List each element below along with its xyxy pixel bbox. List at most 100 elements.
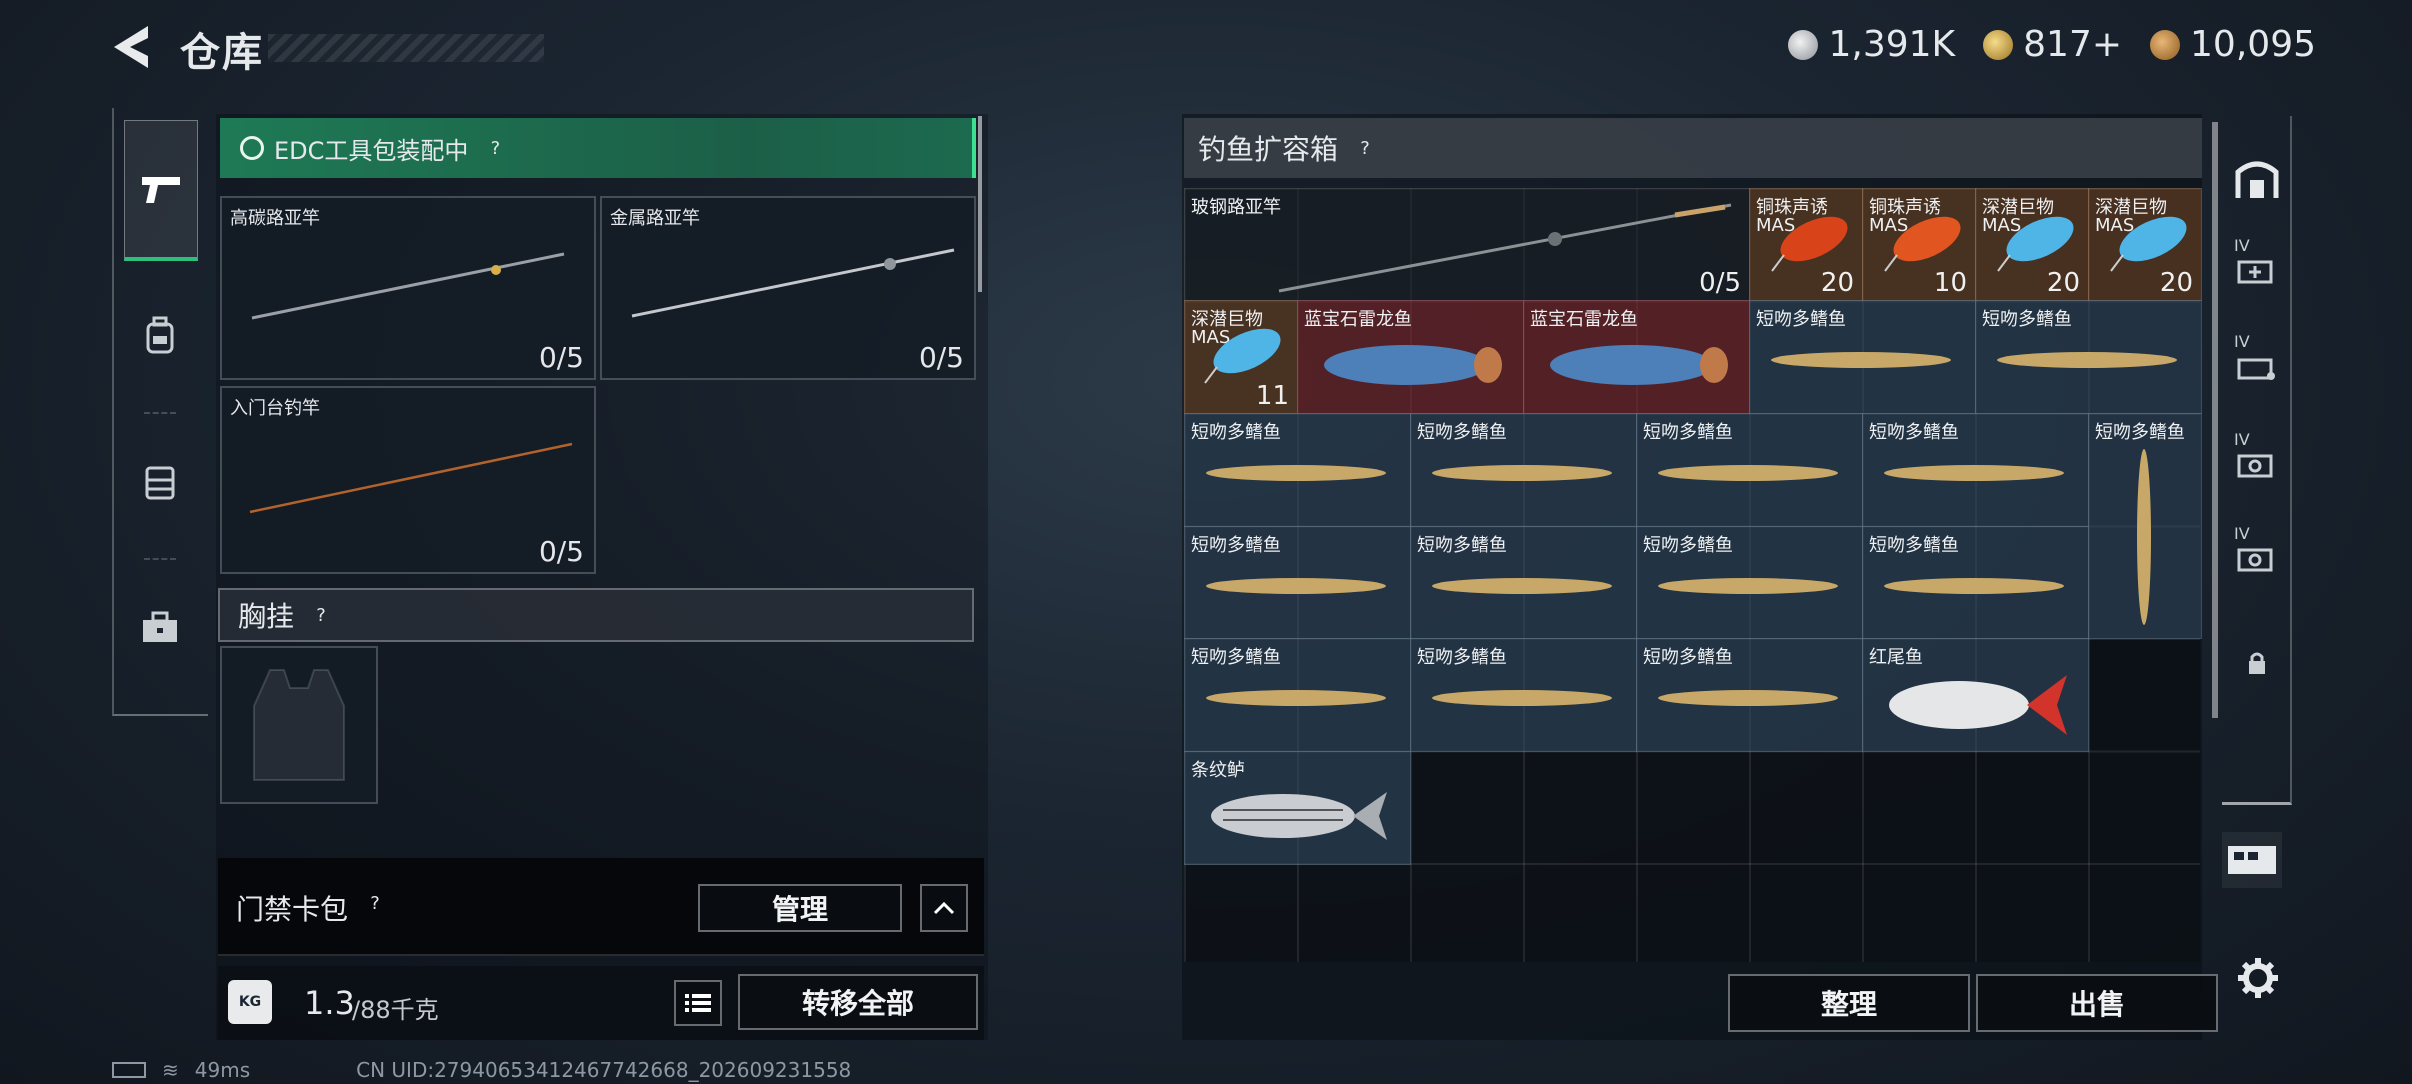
tab-backpack[interactable] — [124, 268, 196, 414]
edc-status-bar: EDC工具包装配中 ? — [220, 118, 976, 178]
list-view-button[interactable] — [674, 980, 722, 1026]
chest-rig-section-header: 胸挂 ? — [218, 588, 974, 642]
item-label: 短吻多鳍鱼 — [1643, 422, 1733, 443]
wifi-icon: ≋ — [162, 1058, 179, 1082]
item-lure[interactable]: 深潜巨物 MAS 11 — [1184, 300, 1298, 414]
item-fish[interactable]: 短吻多鳍鱼 — [1636, 413, 1863, 527]
rod-slot-label: 入门台钓竿 — [230, 398, 320, 419]
item-label: 玻钢路亚竿 — [1191, 197, 1281, 218]
tab-stash-home[interactable] — [2230, 144, 2284, 214]
item-lure[interactable]: 深潜巨物 MAS 20 — [1975, 188, 2089, 301]
tab-container-3[interactable]: IV — [2230, 430, 2284, 500]
item-fish[interactable]: 短吻多鳍鱼 — [1184, 638, 1411, 752]
bichir-fish-icon — [1432, 465, 1612, 481]
safe-box-icon — [2237, 548, 2273, 572]
item-fish[interactable]: 条纹鲈 — [1184, 751, 1411, 865]
currency-bronze-value: 10,095 — [2190, 24, 2316, 65]
snakehead-fish-icon — [1324, 345, 1502, 385]
rod-slot-count: 0/5 — [918, 341, 964, 374]
item-fish[interactable]: 短吻多鳍鱼 — [1636, 638, 1863, 752]
item-fish[interactable]: 短吻多鳍鱼 — [1862, 413, 2089, 527]
bichir-fish-icon — [1206, 578, 1386, 594]
bichir-fish-icon — [1884, 465, 2064, 481]
item-fish[interactable]: 短吻多鳍鱼 — [1636, 526, 1863, 639]
item-label: 短吻多鳍鱼 — [1869, 535, 1959, 556]
help-icon[interactable]: ? — [308, 602, 334, 628]
item-rod[interactable]: 玻钢路亚竿 0/5 — [1184, 188, 1750, 301]
bichir-fish-icon — [1432, 690, 1612, 706]
help-icon[interactable]: ? — [1352, 135, 1378, 161]
back-arrow-icon — [114, 26, 148, 68]
stash-icon — [2235, 161, 2279, 198]
snakehead-fish-icon — [1550, 345, 1728, 385]
currency-bar: 1,391K 817+ 10,095 — [1788, 24, 2316, 65]
bichir-fish-icon — [1206, 465, 1386, 481]
rod-slot-1[interactable]: 高碳路亚竿 0/5 — [220, 196, 596, 380]
chevron-up-icon — [933, 901, 955, 915]
left-scrollbar[interactable] — [978, 116, 982, 292]
right-container-tabs: IV IV IV IV — [2222, 116, 2292, 805]
tier-label: IV — [2234, 430, 2250, 449]
bichir-fish-icon — [1432, 578, 1612, 594]
item-lure[interactable]: 深潜巨物 MAS 20 — [2088, 188, 2202, 301]
sort-button[interactable]: 整理 — [1728, 974, 1970, 1032]
rod-slot-2[interactable]: 金属路亚竿 0/5 — [600, 196, 976, 380]
item-fish[interactable]: 蓝宝石雷龙鱼 — [1297, 300, 1524, 414]
settings-button[interactable] — [2236, 956, 2280, 1000]
chest-rig-slot[interactable] — [220, 646, 378, 804]
collapse-button[interactable] — [920, 884, 968, 932]
help-icon[interactable]: ? — [362, 890, 388, 916]
tab-locked[interactable] — [2230, 628, 2284, 698]
safe-box-icon — [2237, 454, 2273, 478]
sell-button[interactable]: 出售 — [1976, 974, 2218, 1032]
item-fish[interactable]: 短吻多鳍鱼 — [1975, 300, 2202, 414]
list-icon — [685, 994, 711, 1012]
tab-weapons[interactable] — [124, 120, 198, 261]
striped-bass-icon — [1211, 792, 1387, 840]
item-label: 短吻多鳍鱼 — [1869, 422, 1959, 443]
silver-coin-icon — [1788, 29, 1819, 60]
bichir-fish-icon — [1658, 465, 1838, 481]
tab-container-4[interactable]: IV — [2230, 524, 2284, 594]
rod-slot-3[interactable]: 入门台钓竿 0/5 — [220, 386, 596, 574]
item-label: 短吻多鳍鱼 — [1417, 422, 1507, 443]
item-fish[interactable]: 红尾鱼 — [1862, 638, 2089, 752]
tab-container-2[interactable]: IV — [2230, 332, 2284, 402]
transfer-all-button[interactable]: 转移全部 — [738, 974, 978, 1030]
bronze-coin-icon — [2150, 29, 2181, 60]
help-icon[interactable]: ? — [482, 135, 508, 161]
item-lure[interactable]: 铜珠声诱 MAS 20 — [1749, 188, 1863, 301]
battery-icon — [112, 1062, 146, 1078]
item-fish[interactable]: 短吻多鳍鱼 — [1749, 300, 1976, 414]
tab-container-1[interactable]: IV — [2230, 236, 2284, 306]
storage-title: 钓鱼扩容箱 — [1198, 133, 1339, 166]
item-fish[interactable]: 短吻多鳍鱼 — [1862, 526, 2089, 639]
lure-icon — [1884, 216, 1961, 272]
tab-vest[interactable] — [124, 414, 196, 560]
item-fish[interactable]: 蓝宝石雷龙鱼 — [1523, 300, 1750, 414]
back-button[interactable] — [112, 24, 152, 70]
item-label: 短吻多鳍鱼 — [1191, 422, 1281, 443]
item-fish[interactable]: 短吻多鳍鱼 — [2088, 413, 2202, 639]
item-fish[interactable]: 短吻多鳍鱼 — [1184, 526, 1411, 639]
item-label: 短吻多鳍鱼 — [1417, 647, 1507, 668]
currency-gold-value: 817+ — [2023, 24, 2123, 65]
item-count: 20 — [2046, 268, 2080, 298]
lure-icon — [2110, 216, 2187, 272]
tab-fishing-box[interactable] — [2222, 832, 2282, 888]
storage-scrollbar[interactable] — [2212, 122, 2218, 718]
weight-max: /88千克 — [352, 996, 439, 1024]
item-fish[interactable]: 短吻多鳍鱼 — [1410, 526, 1637, 639]
currency-silver: 1,391K — [1788, 24, 1955, 65]
tab-toolkit[interactable] — [124, 560, 196, 696]
tackle-box-icon — [2228, 846, 2276, 874]
item-lure[interactable]: 铜珠声诱 MAS 10 — [1862, 188, 1976, 301]
edc-status-label: EDC工具包装配中 — [274, 136, 469, 165]
tier-label: IV — [2234, 332, 2250, 351]
toolbox-icon — [143, 611, 177, 642]
item-fish[interactable]: 短吻多鳍鱼 — [1184, 413, 1411, 527]
item-fish[interactable]: 短吻多鳍鱼 — [1410, 413, 1637, 527]
storage-header: 钓鱼扩容箱 ? — [1184, 118, 2202, 178]
item-fish[interactable]: 短吻多鳍鱼 — [1410, 638, 1637, 752]
manage-button[interactable]: 管理 — [698, 884, 902, 932]
